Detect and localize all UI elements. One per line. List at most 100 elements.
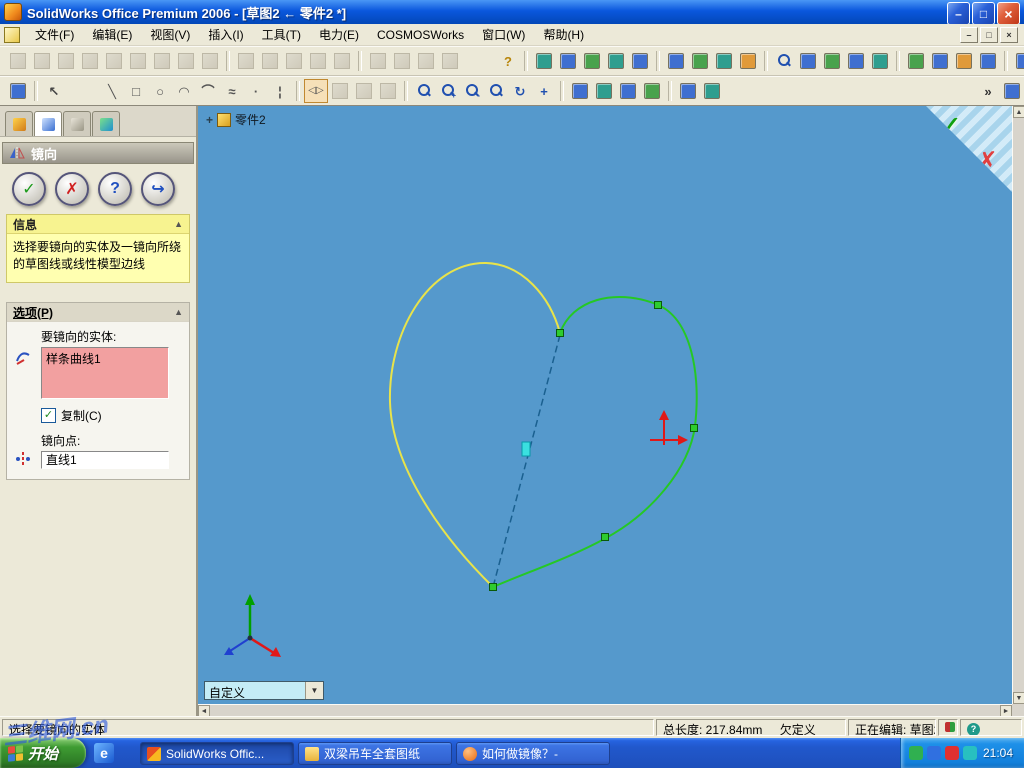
toolbar-button[interactable] — [438, 49, 462, 73]
toolbar-button[interactable]: ╲ — [100, 79, 124, 103]
highlighted-mirror-point[interactable] — [521, 441, 531, 457]
toolbar-button[interactable] — [604, 49, 628, 73]
toolbar-button[interactable] — [414, 49, 438, 73]
mirror-tool-button[interactable]: ◁▷ — [304, 79, 328, 103]
tray-icon-green[interactable] — [909, 746, 923, 760]
toolbar-button[interactable]: ↻ — [508, 79, 532, 103]
appearance-dropdown[interactable]: 自定义 ▼ — [204, 681, 324, 700]
collapse-arrow-icon[interactable]: ▲ — [174, 219, 183, 229]
cancel-button[interactable]: ✗ — [55, 172, 89, 206]
toolbar-button[interactable] — [6, 49, 30, 73]
menu-power[interactable]: 电力(E) — [310, 24, 368, 46]
tab-propertymanager[interactable] — [34, 111, 62, 136]
quick-tips-icon[interactable]: ? — [967, 723, 980, 735]
toolbar-button[interactable]: ○ — [148, 79, 172, 103]
toolbar-button[interactable]: ↖ — [42, 79, 66, 103]
toolbar-button[interactable]: - — [460, 79, 484, 103]
keep-visible-button[interactable]: ↪ — [141, 172, 175, 206]
menu-file[interactable]: 文件(F) — [26, 24, 83, 46]
toolbar-button[interactable] — [174, 49, 198, 73]
control-point[interactable] — [489, 583, 497, 591]
tab-third-party[interactable] — [92, 111, 120, 136]
toolbar-button[interactable] — [592, 79, 616, 103]
scroll-up-icon[interactable]: ▲ — [1013, 106, 1024, 118]
toolbar-button[interactable] — [198, 49, 222, 73]
selected-entity-item[interactable]: 样条曲线1 — [46, 350, 164, 367]
menu-tools[interactable]: 工具(T) — [253, 24, 310, 46]
graphics-area[interactable]: + 零件2 ✓ ✗ 自定义 ▼ ◄ ► ▲ ▼ — [198, 106, 1024, 716]
toolbar-button[interactable]: + — [532, 79, 556, 103]
toolbar-button[interactable] — [556, 49, 580, 73]
toolbar-button[interactable] — [820, 49, 844, 73]
sketch-viewport[interactable] — [198, 106, 1012, 704]
toolbar-button[interactable] — [688, 49, 712, 73]
menu-view[interactable]: 视图(V) — [141, 24, 199, 46]
toolbar-button[interactable] — [282, 49, 306, 73]
chevron-down-icon[interactable]: ▼ — [305, 682, 323, 699]
toolbar-button[interactable] — [712, 49, 736, 73]
tray-icon-teal[interactable] — [963, 746, 977, 760]
copy-checkbox[interactable]: ✓ — [41, 408, 56, 423]
child-close-button[interactable]: × — [1000, 27, 1018, 43]
tab-configurationmanager[interactable] — [63, 111, 91, 136]
toolbar-button[interactable]: ? — [496, 49, 520, 73]
menu-edit[interactable]: 编辑(E) — [83, 24, 141, 46]
tray-icon-blue[interactable] — [927, 746, 941, 760]
tray-icon-red[interactable] — [945, 746, 959, 760]
toolbar-button[interactable] — [6, 79, 30, 103]
toolbar-button[interactable] — [234, 49, 258, 73]
control-point[interactable] — [601, 533, 609, 541]
minimize-button[interactable]: – — [947, 2, 970, 25]
menu-window[interactable]: 窗口(W) — [473, 24, 534, 46]
toolbar-button[interactable] — [532, 49, 556, 73]
menu-help[interactable]: 帮助(H) — [534, 24, 593, 46]
internet-explorer-icon[interactable]: e — [94, 743, 114, 763]
tab-featuremanager[interactable] — [5, 111, 33, 136]
control-point[interactable] — [556, 329, 564, 337]
toolbar-button[interactable] — [1000, 79, 1024, 103]
toolbar-button[interactable] — [1012, 49, 1024, 73]
taskbar-task-solidworks[interactable]: SolidWorks Offic... — [140, 742, 294, 765]
heart-left-spline[interactable] — [388, 261, 561, 588]
mirror-centerline[interactable] — [492, 334, 561, 588]
toolbar-button[interactable] — [616, 79, 640, 103]
scroll-left-icon[interactable]: ◄ — [198, 705, 210, 716]
taskbar-task-browser[interactable]: 如何做镜像？- — [456, 742, 610, 765]
toolbar-button[interactable] — [796, 49, 820, 73]
tree-expand-icon[interactable]: + — [206, 113, 213, 127]
toolbar-button[interactable] — [904, 49, 928, 73]
toolbar-button[interactable] — [700, 79, 724, 103]
child-restore-button[interactable]: □ — [980, 27, 998, 43]
horizontal-scrollbar[interactable]: ◄ ► — [198, 704, 1012, 716]
toolbar-button[interactable]: » — [976, 79, 1000, 103]
feature-tree-root[interactable]: + 零件2 — [206, 111, 266, 128]
toolbar-button[interactable] — [330, 49, 354, 73]
toolbar-button[interactable] — [306, 49, 330, 73]
toolbar-button[interactable] — [772, 49, 796, 73]
toolbar-button[interactable] — [628, 49, 652, 73]
scroll-down-icon[interactable]: ▼ — [1013, 692, 1024, 704]
menu-cosmosworks[interactable]: COSMOSWorks — [368, 24, 473, 46]
toolbar-button[interactable] — [664, 49, 688, 73]
toolbar-button[interactable] — [376, 79, 400, 103]
toolbar-button[interactable] — [30, 49, 54, 73]
control-point[interactable] — [690, 424, 698, 432]
toolbar-button[interactable]: ≈ — [220, 79, 244, 103]
help-button[interactable]: ? — [98, 172, 132, 206]
mirror-about-input[interactable]: 直线1 — [41, 451, 169, 469]
toolbar-button[interactable] — [328, 79, 352, 103]
toolbar-button[interactable] — [126, 49, 150, 73]
toolbar-button[interactable]: · — [244, 79, 268, 103]
toolbar-button[interactable]: □ — [124, 79, 148, 103]
toolbar-button[interactable] — [952, 49, 976, 73]
scroll-right-icon[interactable]: ► — [1000, 705, 1012, 716]
toolbar-button[interactable] — [54, 49, 78, 73]
collapse-arrow-icon[interactable]: ▲ — [174, 307, 183, 317]
control-point[interactable] — [654, 301, 662, 309]
toolbar-button[interactable] — [868, 49, 892, 73]
ok-button[interactable]: ✓ — [12, 172, 46, 206]
toolbar-button[interactable]: ◠ — [172, 79, 196, 103]
close-button[interactable]: × — [997, 2, 1020, 25]
toolbar-button[interactable] — [580, 49, 604, 73]
toolbar-button[interactable] — [366, 49, 390, 73]
